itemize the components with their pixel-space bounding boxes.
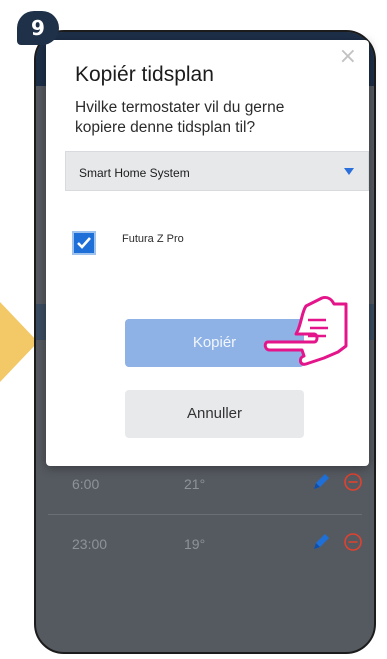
edit-pencil-icon[interactable] <box>310 471 332 493</box>
pointing-hand-icon <box>263 296 348 366</box>
dropdown-caret-icon <box>344 168 354 175</box>
cancel-button[interactable]: Annuller <box>125 390 304 438</box>
system-select[interactable]: Smart Home System <box>65 151 369 191</box>
dialog-title: Kopiér tidsplan <box>75 63 214 86</box>
copy-schedule-dialog: × Kopiér tidsplan Hvilke termostater vil… <box>46 40 369 466</box>
schedule-time: 6:00 <box>72 476 100 492</box>
thermostat-checkbox[interactable] <box>72 231 96 255</box>
remove-circle-icon[interactable] <box>342 531 364 553</box>
schedule-temperature: 19° <box>184 536 206 552</box>
thermostat-option-label: Futura Z Pro <box>122 233 184 245</box>
dialog-subtitle: Hvilke termostater vil du gerne kopiere … <box>75 99 285 136</box>
step-number-badge: 9 <box>17 11 59 45</box>
schedule-time: 23:00 <box>72 536 108 552</box>
checkmark-icon <box>77 237 91 249</box>
select-value: Smart Home System <box>79 166 190 180</box>
next-step-arrow <box>0 302 38 382</box>
remove-circle-icon[interactable] <box>342 471 364 493</box>
schedule-temperature: 21° <box>184 476 206 492</box>
close-icon[interactable]: × <box>339 46 357 68</box>
edit-pencil-icon[interactable] <box>310 531 332 553</box>
row-divider <box>48 514 362 515</box>
schedule-row: 23:00 19° <box>36 516 374 574</box>
